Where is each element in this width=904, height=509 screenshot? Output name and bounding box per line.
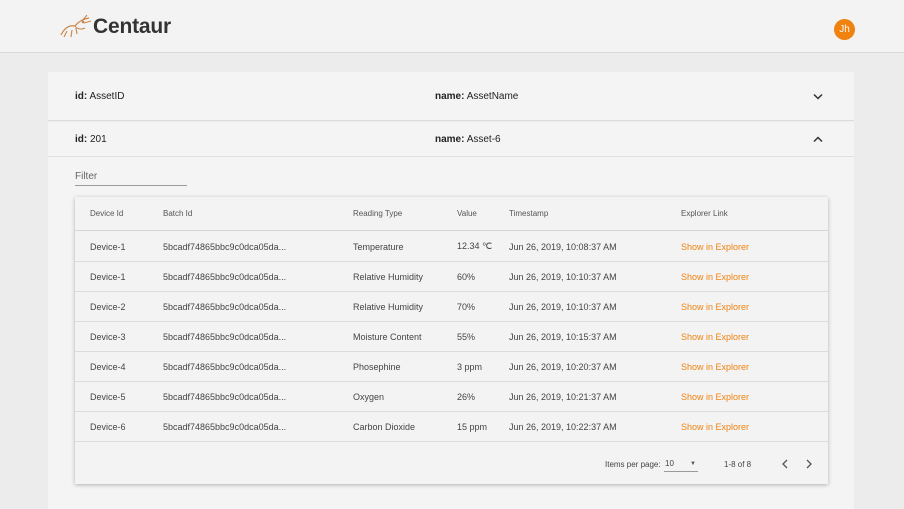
cell-reading-type: Carbon Dioxide	[353, 421, 416, 432]
column-header-batch-id: Batch Id	[163, 209, 193, 218]
column-header-explorer-link: Explorer Link	[681, 209, 728, 218]
cell-batch-id: 5bcadf74865bbc9c0dca05da...	[163, 391, 287, 402]
cell-batch-id: 5bcadf74865bbc9c0dca05da...	[163, 361, 287, 372]
table-header-row: Device Id Batch Id Reading Type Value Timest…	[75, 197, 828, 231]
items-per-page-value: 10	[665, 459, 674, 468]
panel-header[interactable]: id: AssetID name: AssetName	[48, 72, 854, 120]
cell-batch-id: 5bcadf74865bbc9c0dca05da...	[163, 331, 287, 342]
show-in-explorer-link[interactable]: Show in Explorer	[681, 292, 749, 321]
chevron-up-icon[interactable]	[813, 134, 823, 144]
cell-device-id: Device-1	[90, 271, 126, 282]
readings-table: Device Id Batch Id Reading Type Value Timest…	[75, 197, 828, 484]
asset-id-field: id: AssetID	[75, 90, 125, 102]
column-header-reading-type: Reading Type	[353, 209, 403, 218]
cell-timestamp: Jun 26, 2019, 10:20:37 AM	[509, 361, 617, 372]
app-name: Centaur	[93, 15, 171, 38]
table-row: Device-4 5bcadf74865bbc9c0dca05da... Phose…	[75, 352, 828, 382]
cell-value: 15 ppm	[457, 421, 488, 432]
table-row: Device-3 5bcadf74865bbc9c0dca05da... Moist…	[75, 322, 828, 352]
cell-reading-type: Relative Humidity	[353, 271, 424, 282]
show-in-explorer-link[interactable]: Show in Explorer	[681, 352, 749, 381]
cell-reading-type: Relative Humidity	[353, 301, 424, 312]
cell-reading-type: Oxygen	[353, 391, 385, 402]
cell-timestamp: Jun 26, 2019, 10:15:37 AM	[509, 331, 617, 342]
show-in-explorer-link[interactable]: Show in Explorer	[681, 412, 749, 441]
show-in-explorer-link[interactable]: Show in Explorer	[681, 262, 749, 291]
items-per-page-label: Items per page:	[605, 459, 661, 469]
cell-device-id: Device-6	[90, 421, 126, 432]
asset-name-field: name: Asset-6	[435, 133, 501, 145]
cell-value: 60%	[457, 271, 476, 282]
table-row: Device-5 5bcadf74865bbc9c0dca05da... Oxyge…	[75, 382, 828, 412]
cell-device-id: Device-2	[90, 301, 126, 312]
chevron-left-icon[interactable]	[778, 451, 790, 477]
chevron-down-icon[interactable]	[813, 91, 823, 101]
show-in-explorer-link[interactable]: Show in Explorer	[681, 232, 749, 261]
cell-device-id: Device-4	[90, 361, 126, 372]
centaur-logo-icon	[60, 14, 92, 38]
cell-value: 26%	[457, 391, 476, 402]
cell-timestamp: Jun 26, 2019, 10:21:37 AM	[509, 391, 617, 402]
column-header-timestamp: Timestamp	[509, 209, 549, 218]
page-range: 1-8 of 8	[724, 459, 752, 469]
cell-reading-type: Phosephine	[353, 361, 401, 372]
cell-timestamp: Jun 26, 2019, 10:10:37 AM	[509, 301, 617, 312]
cell-value: 70%	[457, 301, 476, 312]
cell-batch-id: 5bcadf74865bbc9c0dca05da...	[163, 241, 287, 252]
filter-input[interactable]: Filter	[75, 170, 187, 186]
asset-id-field: id: 201	[75, 133, 107, 145]
cell-value: 55%	[457, 331, 476, 342]
expansion-panel-header-row[interactable]: id: AssetID name: AssetName	[48, 72, 854, 121]
table-row: Device-6 5bcadf74865bbc9c0dca05da... Carbo…	[75, 412, 828, 442]
panel-header[interactable]: id: 201 name: Asset-6	[48, 122, 854, 157]
cell-device-id: Device-5	[90, 391, 126, 402]
cell-batch-id: 5bcadf74865bbc9c0dca05da...	[163, 301, 287, 312]
user-avatar[interactable]: Jh	[834, 19, 855, 40]
cell-device-id: Device-3	[90, 331, 126, 342]
chevron-right-icon[interactable]	[803, 451, 815, 477]
table-row: Device-1 5bcadf74865bbc9c0dca05da... Relat…	[75, 262, 828, 292]
app-logo[interactable]: Centaur	[58, 12, 171, 42]
cell-timestamp: Jun 26, 2019, 10:08:37 AM	[509, 241, 617, 252]
cell-reading-type: Temperature	[353, 241, 404, 252]
dropdown-arrow-icon: ▼	[690, 461, 696, 467]
table-row: Device-2 5bcadf74865bbc9c0dca05da... Relat…	[75, 292, 828, 322]
column-header-device-id: Device Id	[90, 209, 124, 218]
cell-batch-id: 5bcadf74865bbc9c0dca05da...	[163, 421, 287, 432]
column-header-value: Value	[457, 209, 477, 218]
cell-value: 3 ppm	[457, 361, 483, 372]
cell-timestamp: Jun 26, 2019, 10:10:37 AM	[509, 271, 617, 282]
cell-device-id: Device-1	[90, 241, 126, 252]
cell-batch-id: 5bcadf74865bbc9c0dca05da...	[163, 271, 287, 282]
cell-reading-type: Moisture Content	[353, 331, 422, 342]
cell-timestamp: Jun 26, 2019, 10:22:37 AM	[509, 421, 617, 432]
top-app-bar: Centaur Jh	[0, 0, 904, 53]
show-in-explorer-link[interactable]: Show in Explorer	[681, 322, 749, 351]
table-row: Device-1 5bcadf74865bbc9c0dca05da... Tempe…	[75, 232, 828, 262]
paginator: Items per page: 10 ▼ 1-8 of 8	[75, 451, 828, 477]
asset-name-field: name: AssetName	[435, 90, 519, 102]
show-in-explorer-link[interactable]: Show in Explorer	[681, 382, 749, 411]
expansion-panel-asset: id: 201 name: Asset-6 Filter Device Id Ba…	[48, 122, 854, 509]
cell-value: 12.34 ℃	[457, 241, 493, 251]
